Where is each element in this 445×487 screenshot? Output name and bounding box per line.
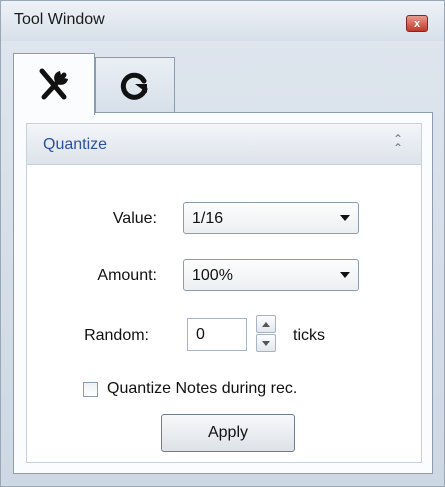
quantize-group: Quantize ⌃ ⌃ Value: 1/16 Amount: 100% Ran…: [26, 123, 422, 463]
close-button[interactable]: x: [406, 15, 428, 32]
random-input[interactable]: 0: [187, 318, 247, 351]
arrow-up-icon: [262, 321, 270, 327]
quantize-during-rec-checkbox[interactable]: [83, 382, 98, 397]
random-input-value: 0: [196, 326, 205, 343]
random-increment-button[interactable]: [256, 315, 276, 333]
close-icon: x: [413, 17, 421, 30]
dropdown-arrow-icon: [340, 215, 350, 221]
tab-tools[interactable]: [13, 53, 95, 115]
amount-label: Amount:: [97, 267, 157, 284]
refresh-icon: [120, 72, 148, 100]
tab-panel: Quantize ⌃ ⌃ Value: 1/16 Amount: 100% Ran…: [13, 112, 433, 474]
collapse-chevron-icon[interactable]: ⌃ ⌃: [391, 133, 405, 154]
quantize-title: Quantize: [43, 136, 108, 153]
window-title: Tool Window: [14, 11, 105, 28]
value-dropdown-value: 1/16: [192, 210, 224, 227]
random-decrement-button[interactable]: [256, 334, 276, 352]
dropdown-arrow-icon: [340, 272, 350, 278]
value-dropdown[interactable]: 1/16: [183, 202, 359, 234]
amount-dropdown-value: 100%: [192, 267, 233, 284]
tab-strip: [13, 53, 433, 115]
random-unit: ticks: [293, 327, 325, 344]
tool-window: Tool Window x Quantize ⌃ ⌃ Value: 1/16 A…: [0, 0, 445, 487]
random-label: Random:: [84, 327, 149, 344]
amount-dropdown[interactable]: 100%: [183, 259, 359, 291]
title-bar[interactable]: Tool Window x: [1, 1, 444, 41]
tools-icon: [39, 68, 68, 99]
quantize-during-rec-label[interactable]: Quantize Notes during rec.: [107, 380, 297, 398]
arrow-down-icon: [262, 340, 270, 346]
tab-refresh[interactable]: [95, 57, 175, 113]
apply-button[interactable]: Apply: [161, 414, 295, 452]
quantize-header[interactable]: Quantize ⌃ ⌃: [27, 124, 421, 165]
value-label: Value:: [112, 210, 157, 227]
